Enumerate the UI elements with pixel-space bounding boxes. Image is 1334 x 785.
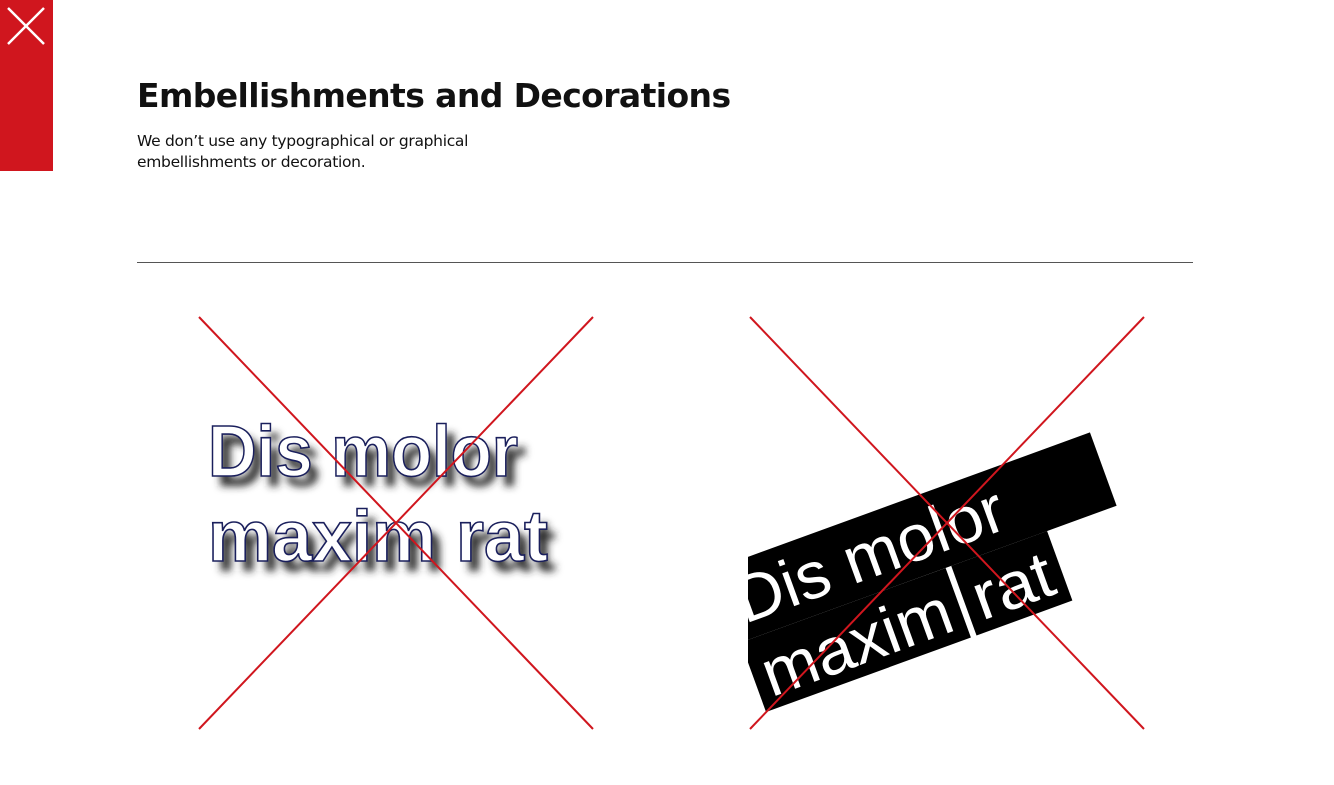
example-shadow-text: Dis molor maxim rat Dis molor maxim rat [197, 315, 597, 735]
guideline-page: Embellishments and Decorations We don’t … [0, 0, 1334, 785]
intro-text: We don’t use any typographical or graphi… [137, 132, 469, 171]
close-button[interactable] [0, 0, 53, 171]
example-boxed-text: Dis molor maxim rat [748, 315, 1148, 735]
outlined-line2: maxim rat [208, 497, 548, 577]
outlined-line1: Dis molor [208, 412, 518, 492]
divider [137, 262, 1193, 263]
cross-out-icon [749, 316, 1145, 730]
page-title: Embellishments and Decorations [137, 76, 731, 115]
close-icon [7, 7, 45, 45]
